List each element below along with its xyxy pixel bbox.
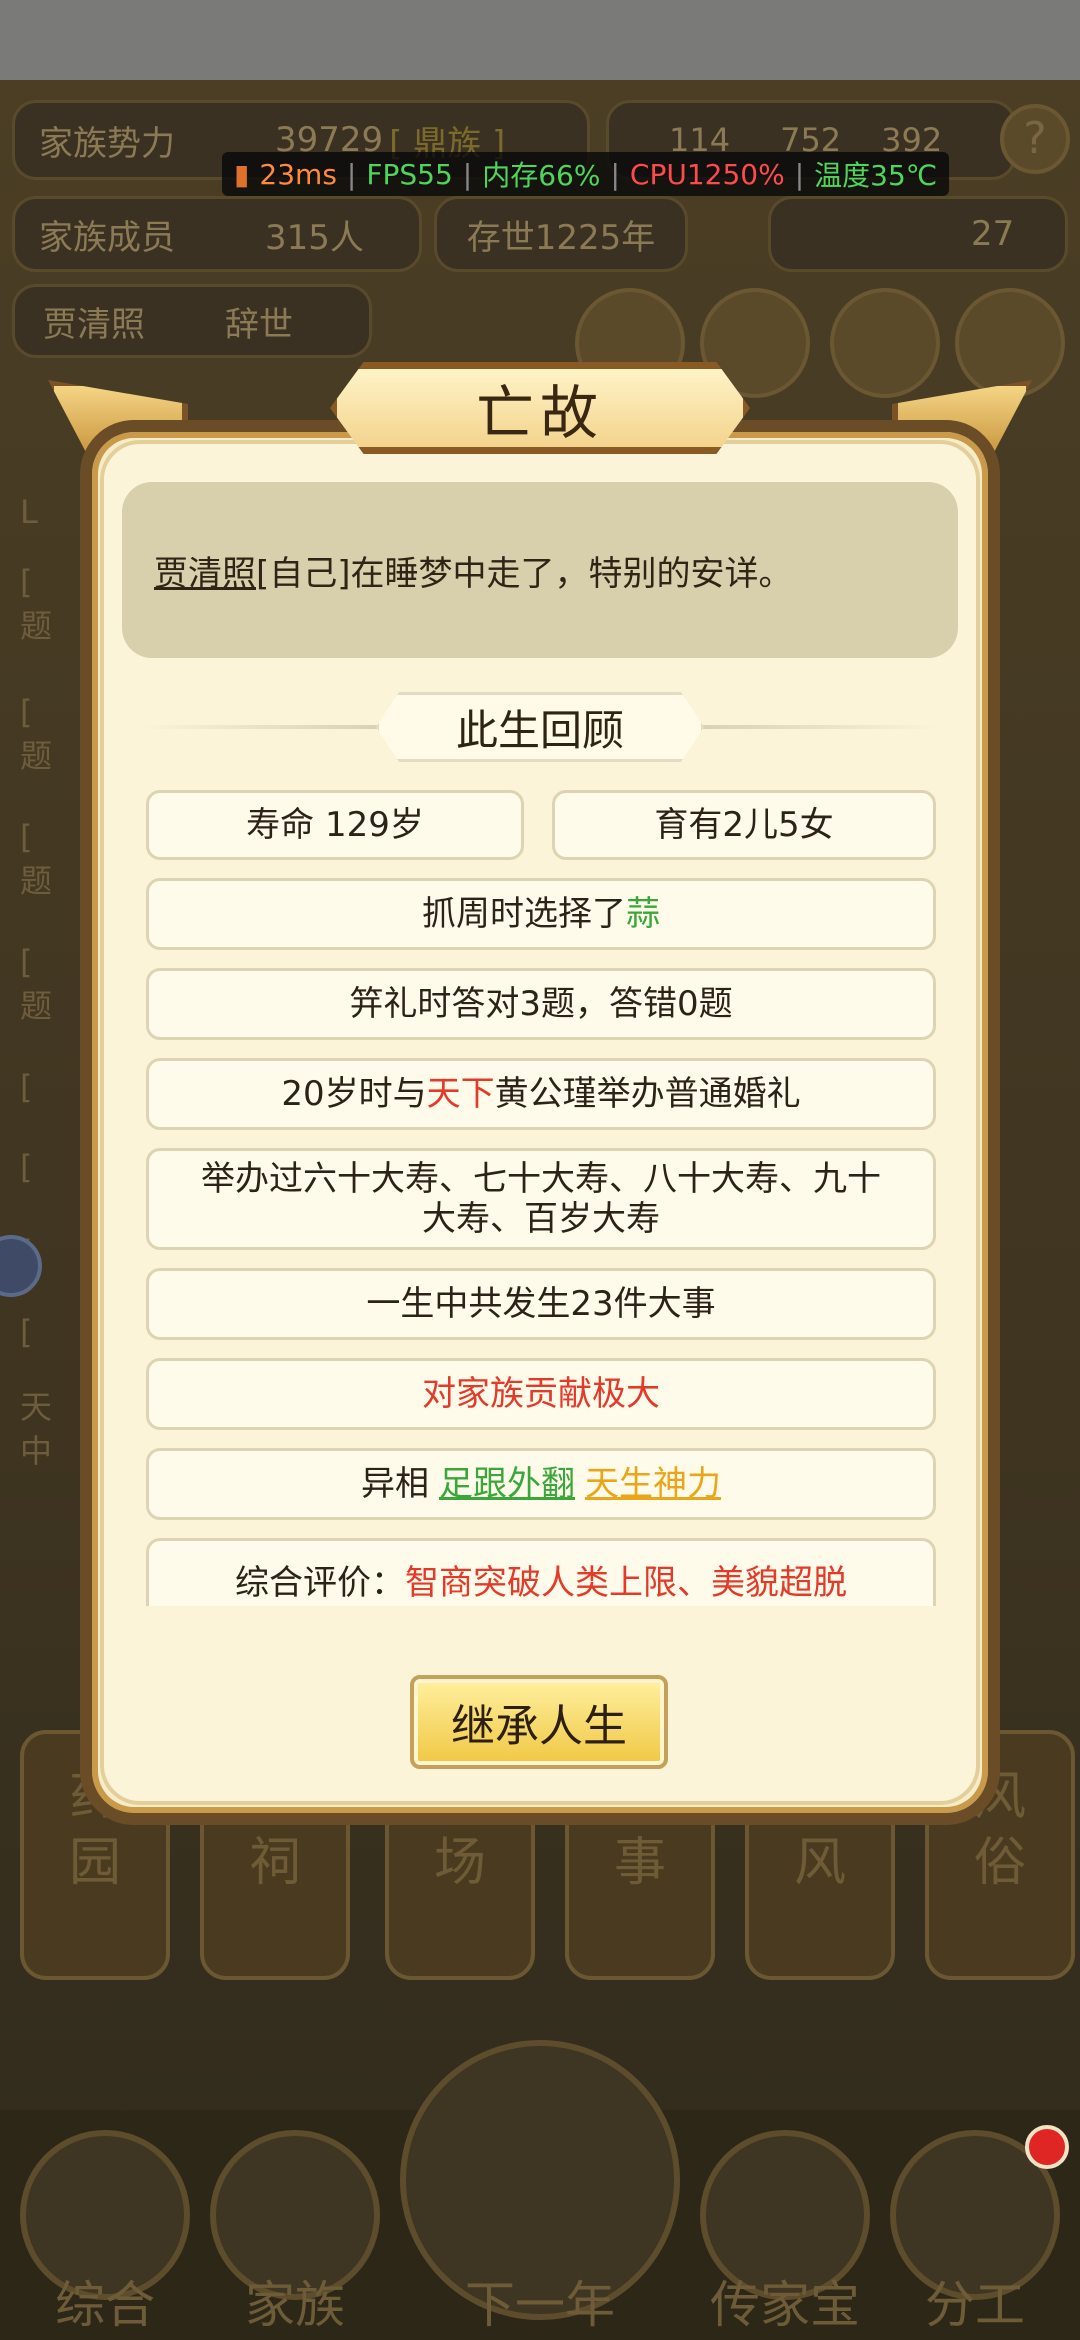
signal-icon: ▮: [234, 157, 250, 191]
temperature-value: 温度35℃: [814, 159, 938, 192]
zhuazhou-text: 抓周时选择了: [422, 894, 626, 934]
divider: |: [346, 157, 357, 191]
wedding-prefix: 20岁时与: [281, 1074, 427, 1114]
gold-panel[interactable]: 27: [768, 196, 1068, 272]
years-existed: 存世1225年: [466, 217, 656, 258]
family-members-value: 315人: [265, 217, 364, 258]
deceased-name-link[interactable]: 贾清照: [154, 546, 256, 595]
family-members-label: 家族成员: [39, 217, 175, 258]
traits-prefix: 异相: [361, 1464, 429, 1504]
current-person-panel[interactable]: 贾清照 辞世: [12, 284, 372, 358]
person-status: 辞世: [225, 304, 293, 345]
nav-family-label[interactable]: 家族: [200, 2265, 390, 2337]
events-card: 一生中共发生23件大事: [146, 1268, 936, 1340]
trait-2[interactable]: 天生神力: [585, 1464, 721, 1504]
life-review-list[interactable]: 寿命 129岁 育有2儿5女 抓周时选择了蒜 笄礼时答对3题，答错0题 20岁时…: [146, 790, 936, 1606]
rating-value: 智商突破人类上限、美貌超脱: [405, 1563, 847, 1603]
help-icon[interactable]: ?: [1000, 104, 1070, 174]
wedding-card: 20岁时与 天下 黄公瑾举办普通婚礼: [146, 1058, 936, 1130]
lifespan-card: 寿命 129岁: [146, 790, 524, 860]
rating-prefix: 综合评价：: [235, 1563, 405, 1603]
years-panel: 存世1225年: [434, 196, 688, 272]
birthdays-text: 举办过六十大寿、七十大寿、八十大寿、九十大寿、百岁大寿: [201, 1159, 881, 1239]
divider: |: [794, 157, 805, 191]
lifespan-text: 寿命 129岁: [246, 805, 424, 845]
contribution-text: 对家族贡献极大: [422, 1374, 660, 1414]
inherit-life-button[interactable]: 继承人生: [410, 1675, 668, 1769]
wedding-suffix: 黄公瑾举办普通婚礼: [494, 1074, 801, 1114]
cpu-value: CPU1250%: [629, 157, 785, 191]
nav-overview-label[interactable]: 综合: [10, 2265, 200, 2337]
inherit-life-label: 继承人生: [451, 1701, 627, 1752]
review-divider-right: [700, 725, 940, 729]
zhuazhou-card: 抓周时选择了蒜: [146, 878, 936, 950]
status-bar-area: [0, 0, 1080, 80]
zhuazhou-item: 蒜: [626, 894, 660, 934]
performance-overlay: ▮ 23ms | FPS55 | 内存66% | CPU1250% | 温度35…: [222, 152, 950, 196]
nav-heirloom-label[interactable]: 传家宝: [690, 2265, 880, 2337]
wedding-place: 天下: [426, 1074, 495, 1114]
jili-card: 笄礼时答对3题，答错0题: [146, 968, 936, 1040]
divider: |: [610, 157, 620, 191]
nav-next-year-label[interactable]: 下一年: [420, 2265, 660, 2337]
trait-1[interactable]: 足跟外翻: [439, 1464, 575, 1504]
contribution-card: 对家族贡献极大: [146, 1358, 936, 1430]
events-text: 一生中共发生23件大事: [366, 1284, 716, 1324]
review-divider-left: [140, 725, 380, 729]
rating-card: 综合评价： 智商突破人类上限、美貌超脱: [146, 1538, 936, 1606]
fps-value: FPS55: [366, 157, 453, 191]
family-power-label: 家族势力: [39, 123, 175, 164]
children-card: 育有2儿5女: [552, 790, 936, 860]
modal-title: 亡故: [475, 379, 604, 447]
nav-division-label[interactable]: 分工: [880, 2265, 1070, 2337]
person-name: 贾清照: [43, 304, 145, 345]
traits-card: 异相 足跟外翻 天生神力: [146, 1448, 936, 1520]
feature-icon-4[interactable]: [955, 288, 1065, 398]
divider: |: [462, 157, 473, 191]
latency-value: 23ms: [259, 157, 337, 191]
birthdays-card: 举办过六十大寿、七十大寿、八十大寿、九十大寿、百岁大寿: [146, 1148, 936, 1250]
life-review-title: 此生回顾: [455, 705, 624, 755]
jili-text: 笄礼时答对3题，答错0题: [349, 984, 733, 1024]
death-description-text: [自己]在睡梦中走了，特别的安详。: [256, 553, 793, 594]
feature-icon-3[interactable]: [830, 288, 940, 398]
life-review-heading: 此生回顾: [376, 692, 704, 762]
memory-value: 内存66%: [482, 159, 601, 192]
gold-value: 27: [971, 214, 1015, 254]
children-text: 育有2儿5女: [654, 805, 834, 845]
death-description: 贾清照 [自己]在睡梦中走了，特别的安详。: [122, 482, 958, 658]
family-members-panel[interactable]: 家族成员 315人: [12, 196, 422, 272]
notification-dot: [1025, 2125, 1069, 2169]
modal-title-plate: 亡故: [330, 362, 750, 454]
